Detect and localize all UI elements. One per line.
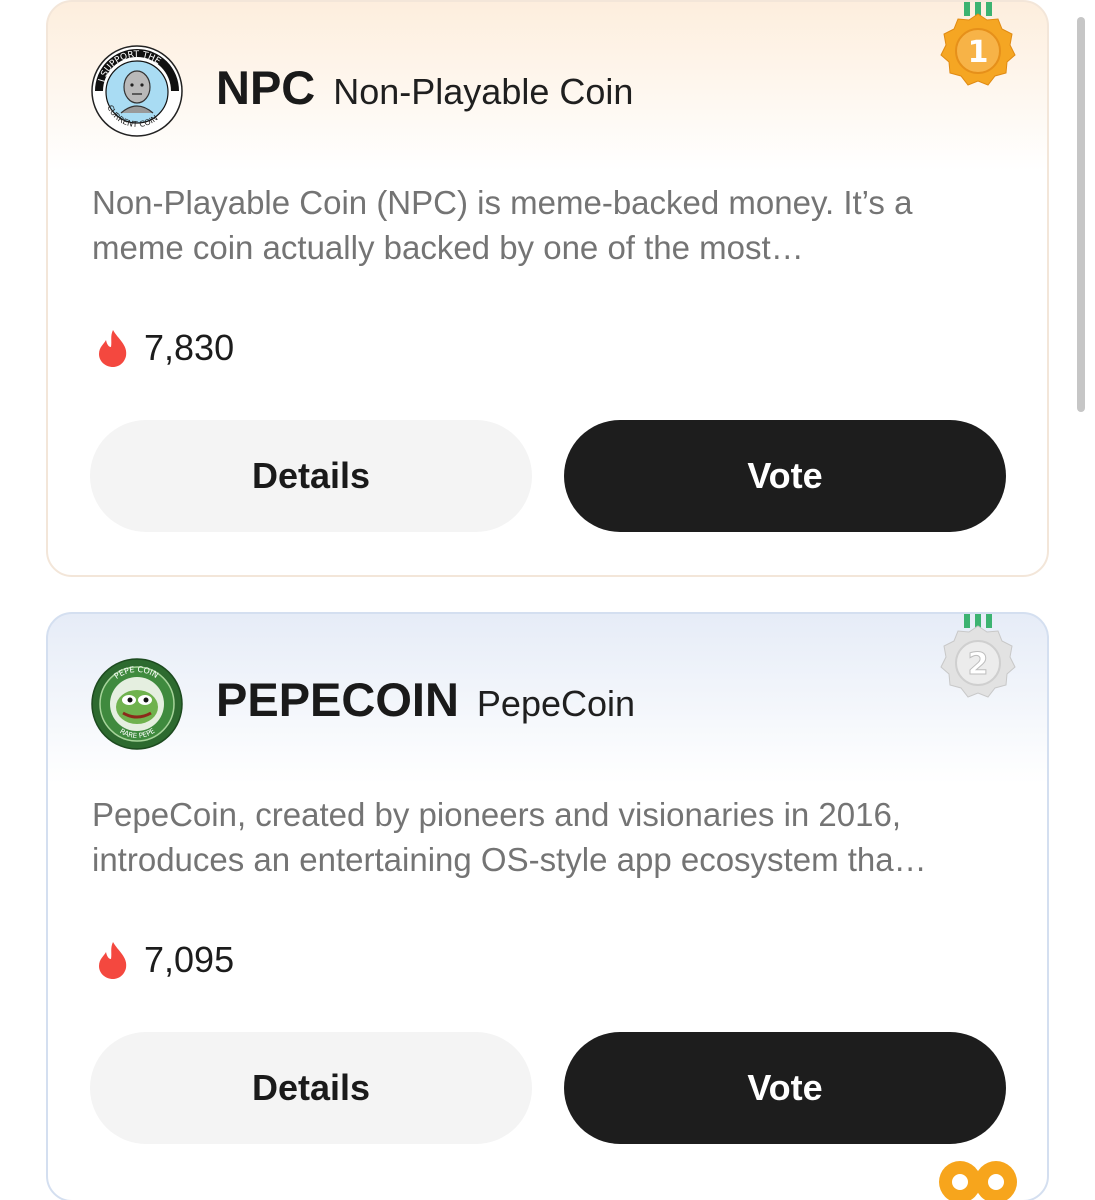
pepecoin-logo: PEPE COIN RARE PEPE [91, 658, 183, 750]
coin-title-row: NPC Non-Playable Coin [216, 60, 633, 115]
scrollbar[interactable] [1077, 17, 1085, 412]
svg-text:2: 2 [968, 647, 989, 682]
coin-name: PepeCoin [476, 683, 636, 724]
coin-title-row: PEPECOIN PepeCoin [216, 672, 635, 727]
coin-name: Non-Playable Coin [333, 71, 634, 112]
coin-description: PepeCoin, created by pioneers and vision… [92, 796, 927, 878]
vote-button[interactable]: Vote [564, 420, 1006, 532]
coin-card-npc: I SUPPORT THE CURRENT COIN NPC Non-Playa… [46, 0, 1049, 577]
details-button[interactable]: Details [90, 1032, 532, 1144]
coin-symbol: PEPECOIN [216, 673, 459, 726]
vote-button[interactable]: Vote [564, 1032, 1006, 1144]
svg-text:1: 1 [968, 35, 989, 70]
silver-medal-icon: 2 [940, 614, 1016, 698]
coin-card-pepecoin: PEPE COIN RARE PEPE PEPECOIN PepeCoin 2 … [46, 612, 1049, 1200]
vote-count-value: 7,830 [144, 327, 235, 368]
vote-count: 7,830 [96, 327, 234, 369]
vote-count-value: 7,095 [144, 939, 235, 980]
fire-icon [99, 942, 127, 979]
gift-loop-icon[interactable] [935, 1150, 1021, 1200]
vote-count: 7,095 [96, 939, 234, 981]
npc-logo: I SUPPORT THE CURRENT COIN [91, 45, 183, 137]
coin-symbol: NPC [216, 61, 316, 114]
gold-medal-icon: 1 [940, 2, 1016, 86]
coin-ranking-page: I SUPPORT THE CURRENT COIN NPC Non-Playa… [0, 0, 1095, 1200]
details-button[interactable]: Details [90, 420, 532, 532]
coin-description: Non-Playable Coin (NPC) is meme-backed m… [92, 184, 913, 266]
fire-icon [99, 330, 127, 367]
